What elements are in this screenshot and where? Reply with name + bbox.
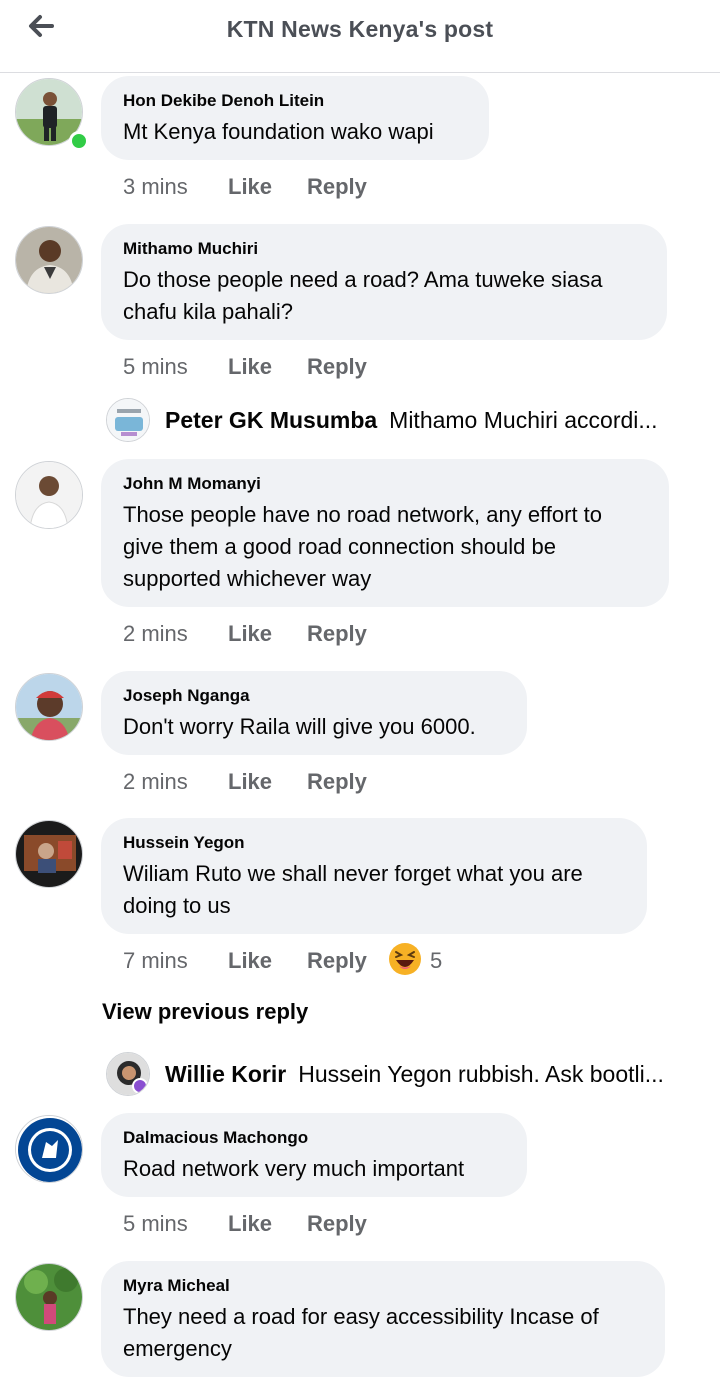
comment-time[interactable]: 3 mins	[123, 174, 188, 200]
comment-author[interactable]: Dalmacious Machongo	[123, 1128, 505, 1148]
reply-preview[interactable]: Peter GK Musumba Mithamo Muchiri accordi.…	[106, 398, 686, 444]
reply-button[interactable]: Reply	[307, 174, 367, 200]
comment-author[interactable]: Myra Micheal	[123, 1276, 643, 1296]
reply-button[interactable]: Reply	[307, 769, 367, 795]
comment-time[interactable]: 7 mins	[123, 948, 188, 974]
comment-text: Don't worry Raila will give you 6000.	[123, 714, 476, 739]
comment-author[interactable]: Hon Dekibe Denoh Litein	[123, 91, 467, 111]
reply-button[interactable]: Reply	[307, 948, 367, 974]
like-button[interactable]: Like	[228, 354, 272, 380]
comment-text: They need a road for easy accessibility …	[123, 1304, 599, 1361]
comment-text: Wiliam Ruto we shall never forget what y…	[123, 861, 583, 918]
comment-time[interactable]: 2 mins	[123, 769, 188, 795]
comment-bubble[interactable]: Mithamo Muchiri Do those people need a r…	[101, 224, 667, 340]
reply-author[interactable]: Peter GK Musumba	[165, 407, 377, 433]
comment-bubble[interactable]: Hon Dekibe Denoh Litein Mt Kenya foundat…	[101, 76, 489, 160]
avatar[interactable]	[15, 1263, 83, 1331]
comment-author[interactable]: John M Momanyi	[123, 474, 647, 494]
like-button[interactable]: Like	[228, 621, 272, 647]
comment-time[interactable]: 2 mins	[123, 621, 188, 647]
view-previous-reply-link[interactable]: View previous reply	[102, 999, 308, 1025]
comment-author[interactable]: Joseph Nganga	[123, 686, 505, 706]
avatar[interactable]	[106, 398, 150, 442]
online-status-icon	[69, 131, 89, 151]
reply-text: Mithamo Muchiri accordi...	[389, 407, 658, 433]
comment-bubble[interactable]: Hussein Yegon Wiliam Ruto we shall never…	[101, 818, 647, 934]
comment-time[interactable]: 5 mins	[123, 1211, 188, 1237]
comment-time[interactable]: 5 mins	[123, 354, 188, 380]
avatar[interactable]	[15, 226, 83, 294]
avatar[interactable]	[15, 673, 83, 741]
comment-text: Road network very much important	[123, 1156, 465, 1181]
reply-text: Hussein Yegon rubbish. Ask bootli...	[298, 1061, 664, 1087]
reply-preview-text: Peter GK Musumba Mithamo Muchiri accordi.…	[165, 407, 675, 434]
top-bar: KTN News Kenya's post	[0, 0, 720, 73]
avatar[interactable]	[15, 820, 83, 888]
avatar[interactable]	[15, 461, 83, 529]
reply-preview-text: Willie Korir Hussein Yegon rubbish. Ask b…	[165, 1061, 675, 1088]
reply-button[interactable]: Reply	[307, 621, 367, 647]
comment-text: Do those people need a road? Ama tuweke …	[123, 267, 603, 324]
reply-button[interactable]: Reply	[307, 1211, 367, 1237]
like-button[interactable]: Like	[228, 174, 272, 200]
like-button[interactable]: Like	[228, 769, 272, 795]
comment-text: Mt Kenya foundation wako wapi	[123, 119, 434, 144]
comment-author[interactable]: Mithamo Muchiri	[123, 239, 645, 259]
reply-preview[interactable]: Willie Korir Hussein Yegon rubbish. Ask b…	[106, 1052, 686, 1098]
comment-author[interactable]: Hussein Yegon	[123, 833, 625, 853]
page-title: KTN News Kenya's post	[226, 16, 494, 42]
avatar[interactable]	[15, 1115, 83, 1183]
reply-author[interactable]: Willie Korir	[165, 1061, 286, 1087]
like-button[interactable]: Like	[228, 1211, 272, 1237]
haha-emoji-icon[interactable]	[388, 942, 422, 976]
reply-button[interactable]: Reply	[307, 354, 367, 380]
reaction-count[interactable]: 5	[430, 948, 442, 974]
comment-bubble[interactable]: John M Momanyi Those people have no road…	[101, 459, 669, 607]
comment-text: Those people have no road network, any e…	[123, 502, 603, 591]
comment-bubble[interactable]: Joseph Nganga Don't worry Raila will giv…	[101, 671, 527, 755]
comment-bubble[interactable]: Dalmacious Machongo Road network very mu…	[101, 1113, 527, 1197]
avatar[interactable]	[106, 1052, 150, 1096]
like-button[interactable]: Like	[228, 948, 272, 974]
